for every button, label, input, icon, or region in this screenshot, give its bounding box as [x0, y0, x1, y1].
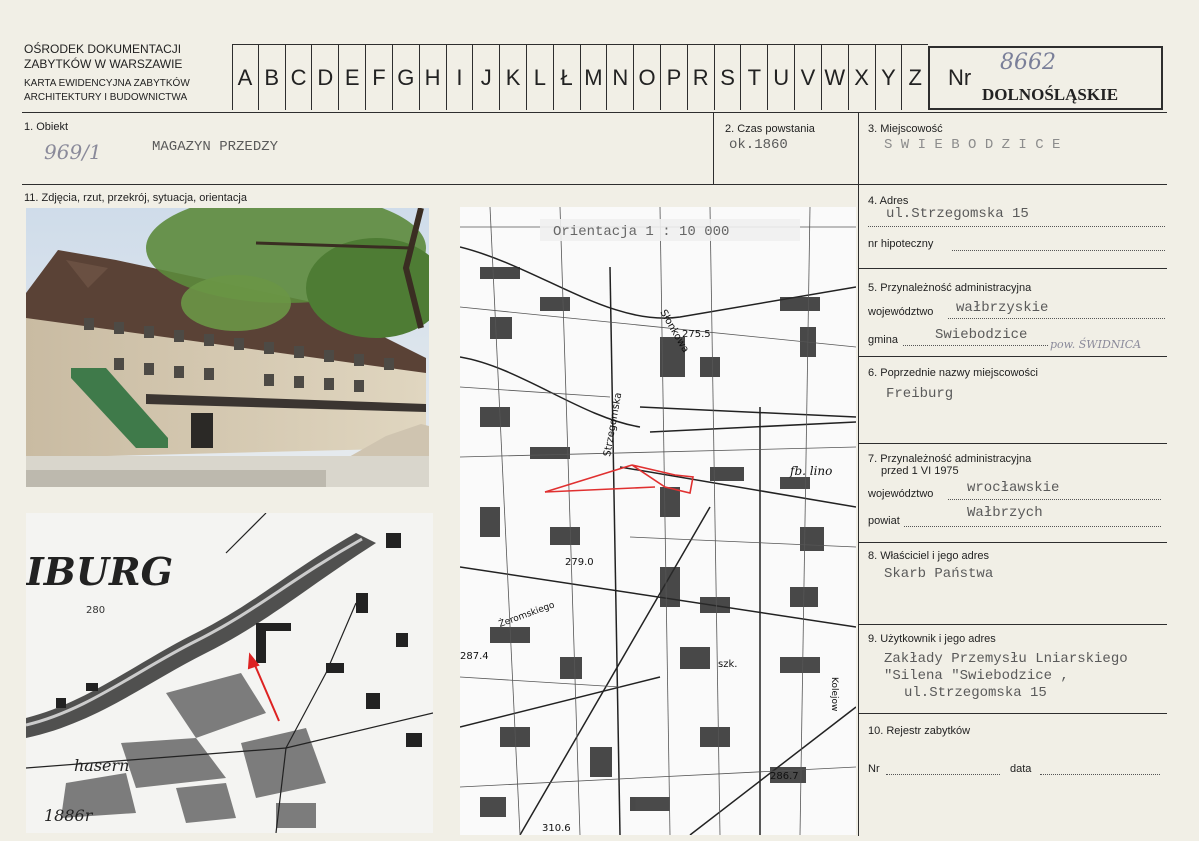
field-5-woj-value: wałbrzyskie: [956, 300, 1049, 316]
index-letter: T: [741, 45, 769, 110]
field-4-value: ul.Strzegomska 15: [886, 206, 1029, 222]
field-2-label: 2. Czas powstania: [725, 123, 815, 135]
field-10-data-label: data: [1010, 763, 1032, 775]
index-letter: D: [312, 45, 340, 110]
index-letter: A: [232, 45, 259, 110]
index-letter: F: [366, 45, 393, 110]
index-letter: P: [661, 45, 688, 110]
field-7-woj-label: województwo: [868, 488, 934, 500]
index-letter: M: [581, 45, 608, 110]
field-5-gmina-label: gmina: [868, 334, 898, 346]
old-map-elevation: 280: [86, 605, 105, 616]
orientation-scale-label: Orientacja 1 : 10 000: [553, 224, 729, 240]
field-7-pow-value: Wałbrzych: [967, 505, 1043, 521]
field-8-value: Skarb Państwa: [884, 566, 994, 582]
index-letter: Y: [876, 45, 903, 110]
field-5-woj-label: województwo: [868, 306, 934, 318]
field-1-handwritten: 969/1: [44, 140, 102, 164]
card-type-line2: ARCHITEKTURY I BUDOWNICTWA: [24, 92, 188, 103]
map-label-kolejowa: Kolejow: [829, 677, 839, 711]
field-10-label: 10. Rejestr zabytków: [868, 725, 971, 737]
nr-value: 8662: [1000, 50, 1056, 75]
index-letter: O: [634, 45, 661, 110]
field-9-line2: "Silena "Swiebodzice ,: [884, 668, 1069, 684]
field-7-woj-value: wrocławskie: [967, 480, 1060, 496]
field-8-label: 8. Właściciel i jego adres: [868, 550, 990, 562]
index-letter: U: [768, 45, 796, 110]
old-map-year: 1886r: [44, 806, 94, 825]
orientation-map: Orientacja 1 : 10 000 Słonkowa 275.5 fb.…: [460, 207, 856, 835]
index-letter: E: [339, 45, 367, 110]
field-7-pow-label: powiat: [868, 515, 900, 527]
field-9-line3: ul.Strzegomska 15: [904, 685, 1047, 701]
field-7-label: 7. Przynależność administracyjna: [868, 453, 1032, 465]
index-letter: L: [527, 45, 554, 110]
map-label-elev3: 287.4: [460, 651, 489, 662]
field-11-label: 11. Zdjęcia, rzut, przekrój, sytuacja, o…: [24, 192, 247, 204]
alphabet-index: ABCDEFGHIJKLŁMNOPRSTUVWXYZ: [232, 45, 928, 110]
index-letter: X: [849, 45, 876, 110]
index-letter: N: [607, 45, 635, 110]
nr-label: Nr: [948, 65, 972, 90]
old-map-place-label: hasern: [74, 756, 129, 775]
field-1-label: 1. Obiekt: [24, 121, 69, 133]
index-letter: V: [795, 45, 822, 110]
field-6-value: Freiburg: [886, 386, 954, 402]
field-7-label2: przed 1 VI 1975: [881, 465, 959, 477]
registry-number-box: Nr 8662 DOLNOŚLĄSKIE: [928, 46, 1163, 110]
field-9-label: 9. Użytkownik i jego adres: [868, 633, 996, 645]
field-5-handwritten-note: pow. ŚWIDNICA: [1050, 338, 1142, 351]
index-letter: Z: [908, 64, 922, 90]
field-6-label: 6. Poprzednie nazwy miejscowości: [868, 367, 1038, 379]
index-letter: Ł: [554, 45, 581, 110]
index-letter: W: [822, 45, 849, 110]
field-5-gmina-value: Swiebodzice: [935, 327, 1028, 343]
institution-name-line1: OŚRODEK DOKUMENTACJI: [24, 42, 182, 56]
map-label-elev4: 286.7: [770, 771, 799, 782]
old-map-town-label: IBURG: [26, 549, 173, 594]
index-letter: H: [420, 45, 447, 110]
region-label: DOLNOŚLĄSKIE: [982, 85, 1119, 104]
field-3-value: S W I E B O D Z I C E: [884, 137, 1061, 153]
index-letter: R: [688, 45, 715, 110]
map-label-elev5: 310.6: [542, 823, 571, 834]
index-letter: C: [286, 45, 313, 110]
field-1-value: MAGAZYN PRZEDZY: [152, 139, 279, 155]
index-letter: S: [715, 45, 742, 110]
index-letter: J: [473, 45, 501, 110]
field-3-label: 3. Miejscowość: [868, 123, 943, 135]
historical-map-1886: IBURG 280 hasern 1886r: [26, 513, 433, 833]
field-4-sub: nr hipoteczny: [868, 238, 934, 250]
map-label-szk: szk.: [718, 659, 737, 670]
card-type-line1: KARTA EWIDENCYJNA ZABYTKÓW: [24, 78, 190, 89]
field-2-value: ok.1860: [729, 137, 788, 153]
field-9-line1: Zakłady Przemysłu Lniarskiego: [884, 651, 1128, 667]
index-letter: B: [259, 45, 286, 110]
index-letter: I: [447, 45, 474, 110]
map-label-elev1: 275.5: [682, 329, 711, 340]
field-10-nr-label: Nr: [868, 763, 880, 775]
index-letter: G: [393, 45, 420, 110]
field-5-label: 5. Przynależność administracyjna: [868, 282, 1032, 294]
map-label-elev2: 279.0: [565, 557, 594, 568]
index-letter: K: [500, 45, 527, 110]
map-label-fb-lino: fb. lino: [789, 464, 832, 478]
institution-name-line2: ZABYTKÓW W WARSZAWIE: [24, 57, 183, 71]
building-photo: [26, 208, 429, 487]
